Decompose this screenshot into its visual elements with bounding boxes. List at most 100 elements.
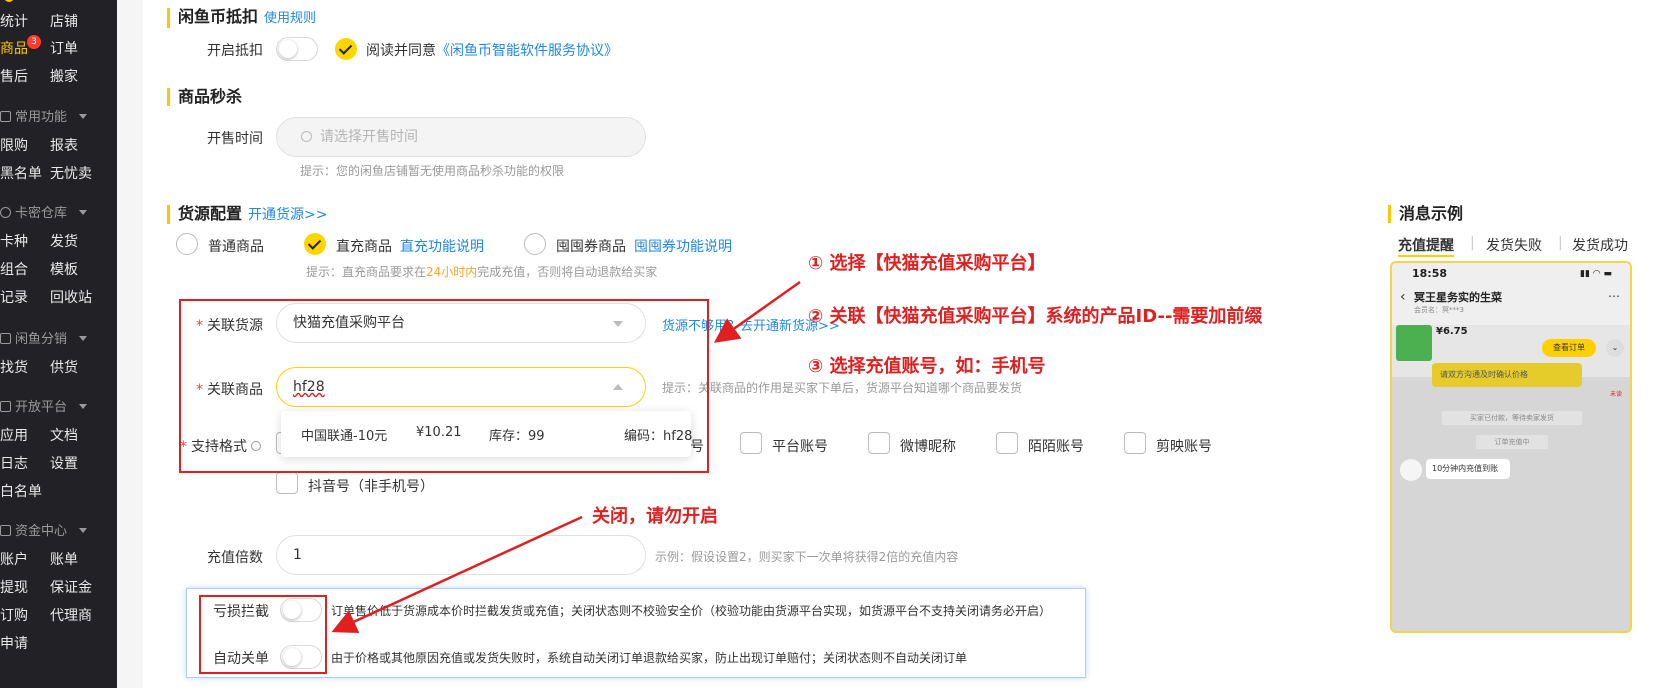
- wallet-icon: [0, 525, 11, 536]
- sidebar-item-logs[interactable]: 日志: [0, 454, 50, 474]
- enable-deduct-toggle[interactable]: [276, 37, 318, 61]
- sidebar-item-records[interactable]: 记录: [0, 288, 50, 308]
- content-gutter: [117, 0, 143, 688]
- open-platform-icon: [0, 401, 11, 412]
- loss-intercept-desc: 订单售价低于货源成本价时拦截发货或充值；关闭状态则不校验安全价（校验功能由货源平…: [331, 604, 1052, 618]
- sidebar-item-goods[interactable]: 商品 3: [0, 35, 50, 59]
- radio-normal-goods[interactable]: [176, 233, 198, 255]
- sidebar-item-aftersale[interactable]: 售后: [0, 67, 50, 87]
- agreement-link[interactable]: 《闲鱼币智能软件服务协议》: [436, 43, 618, 59]
- sidebar-row: 提现 保证金: [0, 578, 100, 598]
- phone-preview: 18:58 ▮▮ ◠ ▬ ‹ 冥王星务实的生菜 会员名：冥***3 ⋯ ¥6.7…: [1390, 261, 1632, 633]
- sidebar-item-combo[interactable]: 组合: [0, 260, 50, 280]
- format-checkbox-jianying[interactable]: [1124, 432, 1146, 454]
- sidebar-row: 限购 报表: [0, 136, 100, 156]
- phone-time: 18:58: [1412, 267, 1448, 280]
- grid-icon: [0, 111, 11, 122]
- sidebar-row: 日志 设置: [0, 454, 100, 474]
- sidebar-item-recycle[interactable]: 回收站: [50, 288, 100, 308]
- sidebar-item-shop[interactable]: 店铺: [50, 12, 100, 32]
- sidebar-row: 售后 搬家: [0, 67, 100, 87]
- sidebar-item-report[interactable]: 报表: [50, 136, 100, 156]
- sidebar-group-funds[interactable]: 资金中心: [0, 522, 88, 542]
- back-icon[interactable]: ‹: [1400, 289, 1406, 305]
- tab-divider: |: [1558, 235, 1563, 251]
- sidebar-item-supply[interactable]: 供货: [50, 358, 100, 378]
- view-order-button[interactable]: 查看订单: [1542, 339, 1596, 357]
- sidebar-group-distribution[interactable]: 闲鱼分销: [0, 330, 88, 350]
- sidebar-item-deposit[interactable]: 保证金: [50, 578, 100, 598]
- sidebar-item-agent[interactable]: 代理商: [50, 606, 100, 626]
- phone-bubble-eta: 10分钟内充值到账: [1426, 459, 1510, 479]
- sidebar-item-docs[interactable]: 文档: [50, 426, 100, 446]
- sidebar-item-worryfree[interactable]: 无忧卖: [50, 164, 100, 184]
- open-supply-link[interactable]: 开通货源>>: [248, 207, 327, 223]
- sidebar-item-account[interactable]: 账户: [0, 550, 50, 570]
- phone-system-msg: 订单充值中: [1476, 435, 1548, 449]
- format-checkbox-douyin[interactable]: [276, 472, 298, 494]
- sidebar-row: 应用 文档: [0, 426, 100, 446]
- network-icon: [0, 333, 11, 344]
- page: 统计 店铺 商品 3 订单 售后 搬家 常用功能 限购 报表 黑名单 无忧卖 卡密…: [0, 0, 1678, 688]
- sidebar-item-cardtype[interactable]: 卡种: [0, 232, 50, 252]
- format-checkbox-weibo[interactable]: [868, 432, 890, 454]
- voucher-help-link[interactable]: 囤囤券功能说明: [634, 236, 732, 256]
- sidebar-row: 订购 代理商: [0, 606, 100, 626]
- sidebar-row: 找货 供货: [0, 358, 100, 378]
- sidebar-group-card[interactable]: 卡密仓库: [0, 204, 88, 224]
- flash-hint: 提示：您的闲鱼店铺暂无使用商品秒杀功能的权限: [300, 164, 565, 178]
- format-checkbox-platform[interactable]: [740, 432, 762, 454]
- annotation-close-note: 关闭，请勿开启: [592, 506, 718, 527]
- sidebar-row: 组合 模板: [0, 260, 100, 280]
- format-weibo-label: 微博昵称: [900, 439, 956, 455]
- sidebar-item-stats[interactable]: 统计: [0, 12, 50, 32]
- multiple-label: 充值倍数: [207, 550, 263, 566]
- rules-link[interactable]: 使用规则: [264, 11, 316, 26]
- chevron-down-icon[interactable]: ⌄: [1606, 339, 1624, 357]
- annotation-step3: ③ 选择充值账号，如：手机号: [808, 356, 1046, 377]
- phone-bubble-price: 请双方沟通及时确认价格: [1432, 363, 1582, 387]
- sidebar-item-findgoods[interactable]: 找货: [0, 358, 50, 378]
- sidebar-row: 账户 账单: [0, 550, 100, 570]
- agree-checkbox[interactable]: [335, 38, 357, 60]
- section-title-coin: 闲鱼币抵扣 使用规则: [167, 8, 316, 28]
- sidebar-item-apps[interactable]: 应用: [0, 426, 50, 446]
- phone-status-icons: ▮▮ ◠ ▬: [1580, 269, 1612, 279]
- phone-shop-sub: 会员名：冥***3: [1414, 306, 1464, 314]
- agree-text: 阅读并同意《闲鱼币智能软件服务协议》: [366, 43, 618, 59]
- direct-help-link[interactable]: 直充功能说明: [400, 236, 484, 256]
- chevron-down-icon: [79, 404, 88, 409]
- tab-deliver-fail[interactable]: 发货失败: [1486, 235, 1542, 255]
- format-platform-label: 平台账号: [772, 439, 828, 455]
- sidebar-row: 商品 3 订单: [0, 35, 100, 59]
- radio-direct-goods[interactable]: [304, 233, 326, 255]
- auto-close-desc: 由于价格或其他原因充值或发货失败时，系统自动关闭订单退款给买家，防止出现订单赔付…: [331, 651, 968, 665]
- sidebar-item-limit[interactable]: 限购: [0, 136, 50, 156]
- format-jianying-label: 剪映账号: [1156, 439, 1212, 455]
- sidebar-item-move[interactable]: 搬家: [50, 67, 100, 87]
- sidebar-item-template[interactable]: 模板: [50, 260, 100, 280]
- sidebar-item-apply[interactable]: 申请: [0, 634, 50, 654]
- multiple-input[interactable]: 1: [276, 535, 646, 575]
- sale-time-input[interactable]: 请选择开售时间: [276, 117, 646, 157]
- sidebar-group-open[interactable]: 开放平台: [0, 398, 88, 418]
- radio-direct-label: 直充商品: [336, 239, 392, 255]
- sidebar-group-common[interactable]: 常用功能: [0, 108, 88, 128]
- sidebar-item-subscribe[interactable]: 订购: [0, 606, 50, 626]
- sidebar-item-whitelist[interactable]: 白名单: [0, 482, 50, 502]
- notification-badge: 3: [27, 35, 41, 49]
- tab-recharge-notice[interactable]: 充值提醒: [1398, 235, 1454, 257]
- format-checkbox-momo[interactable]: [996, 432, 1018, 454]
- sidebar-item-settings[interactable]: 设置: [50, 454, 100, 474]
- multiple-hint: 示例：假设设置2，则买家下一次单将获得2倍的充值内容: [655, 550, 959, 564]
- sidebar-item-bill[interactable]: 账单: [50, 550, 100, 570]
- sidebar-item-orders[interactable]: 订单: [50, 39, 100, 59]
- tab-deliver-success[interactable]: 发货成功: [1572, 235, 1628, 255]
- sidebar-item-deliver[interactable]: 发货: [50, 232, 100, 252]
- radio-voucher-label: 囤囤券商品: [556, 239, 626, 255]
- more-icon[interactable]: ⋯: [1608, 289, 1620, 303]
- annotation-step1: ① 选择【快猫充值采购平台】: [808, 253, 1046, 274]
- sidebar-item-blacklist[interactable]: 黑名单: [0, 164, 50, 184]
- radio-voucher-goods[interactable]: [524, 233, 546, 255]
- sidebar-item-withdraw[interactable]: 提现: [0, 578, 50, 598]
